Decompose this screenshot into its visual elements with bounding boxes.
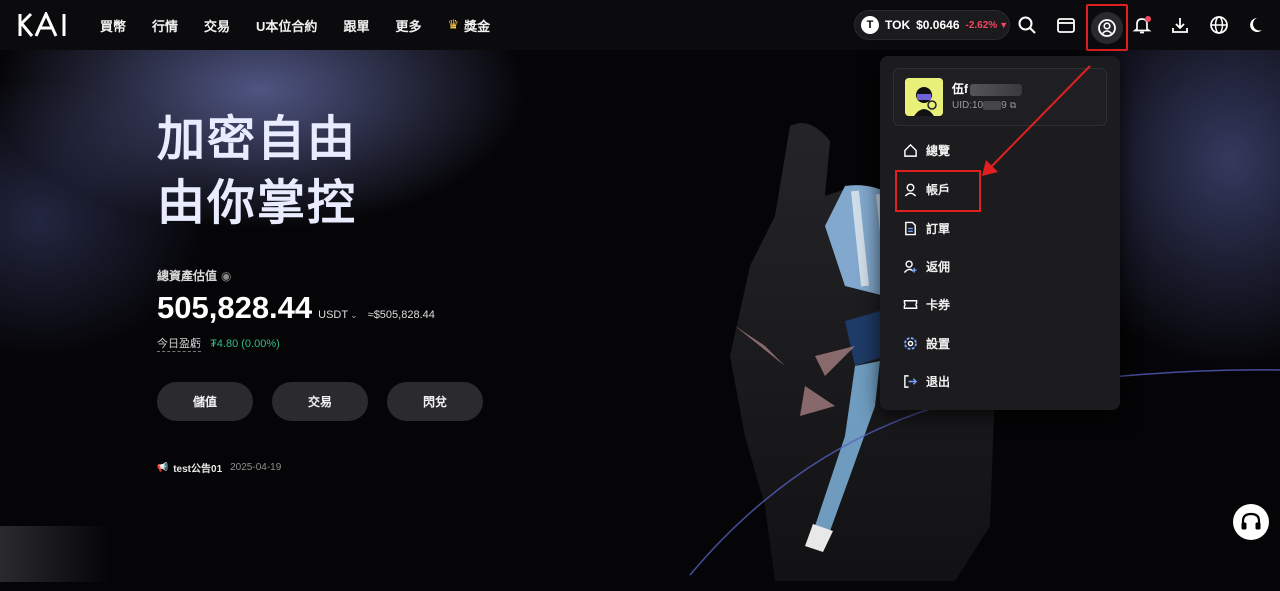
menu-item-label: 總覽	[926, 144, 951, 158]
top-navigation-bar: 買幣 行情 交易 U本位合約 跟單 更多 ♛ 獎金 T TOK $0.0646 …	[0, 0, 1280, 51]
nav-more[interactable]: 更多	[395, 16, 421, 35]
announcement-title: test公告01	[173, 464, 223, 475]
asset-unit-label: USDT	[318, 309, 349, 321]
menu-item-orders[interactable]: 訂單	[902, 220, 950, 237]
settings-icon	[902, 336, 918, 352]
menu-item-label: 設置	[926, 337, 951, 351]
copy-icon[interactable]: ⧉	[1010, 100, 1016, 111]
menu-item-overview[interactable]: 總覽	[902, 142, 950, 159]
menu-item-settings[interactable]: 設置	[902, 335, 950, 352]
menu-item-label: 返佣	[926, 260, 951, 274]
asset-usd-equivalent: ≈$505,828.44	[367, 309, 435, 321]
user-icon	[1091, 11, 1123, 44]
total-assets-label: 總資產估值 ◉	[157, 267, 232, 284]
menu-item-label: 卡券	[926, 298, 951, 312]
bell-icon[interactable]	[1131, 14, 1153, 36]
ticker-change: -2.62%	[965, 19, 998, 31]
menu-item-coupons[interactable]: 卡券	[902, 296, 950, 313]
menu-item-label: 訂單	[926, 222, 951, 236]
eye-icon[interactable]: ◉	[221, 269, 231, 283]
user-uid-suffix: 9	[1001, 100, 1007, 111]
customer-support-button[interactable]	[1233, 504, 1269, 540]
download-icon[interactable]	[1169, 14, 1191, 36]
redacted-uid	[983, 100, 1002, 110]
main-nav: 買幣 行情 交易 U本位合約 跟單 更多 ♛ 獎金	[100, 0, 516, 50]
search-icon[interactable]	[1016, 14, 1038, 36]
redacted-name	[970, 83, 1022, 96]
menu-item-account[interactable]: 帳戶	[902, 181, 950, 198]
ticker-price: $0.0646	[916, 18, 960, 32]
nav-buy-crypto[interactable]: 買幣	[100, 16, 126, 35]
convert-button[interactable]: 閃兌	[387, 382, 483, 421]
moon-icon[interactable]	[1247, 14, 1269, 36]
home-icon	[902, 143, 918, 159]
tok-logo-icon: T	[861, 16, 879, 34]
crown-icon: ♛	[447, 17, 460, 32]
nav-rewards-label: 獎金	[464, 18, 491, 34]
today-pnl-value: ₮4.80 (0.00%)	[210, 338, 280, 350]
hero-title-line1: 加密自由	[157, 113, 358, 166]
user-icon	[902, 182, 918, 198]
announcement-date: 2025-04-19	[230, 462, 282, 473]
user-name-text: 伍f	[952, 82, 968, 96]
globe-icon[interactable]	[1208, 14, 1230, 36]
kai-logo[interactable]	[18, 10, 74, 38]
left-scroll-fade	[0, 526, 110, 582]
total-assets-value: 505,828.44	[157, 290, 313, 325]
user-plus-icon	[902, 259, 918, 275]
user-dropdown-menu: 伍f UID:10 9 ⧉ 總覽 帳戶 訂單 返佣 卡券 設置 退出	[880, 56, 1120, 410]
notification-dot	[1145, 16, 1151, 22]
nav-markets[interactable]: 行情	[152, 16, 178, 35]
total-assets-label-text: 總資產估值	[157, 269, 218, 283]
menu-item-rebate[interactable]: 返佣	[902, 258, 950, 275]
headset-icon	[1241, 512, 1261, 530]
menu-item-logout[interactable]: 退出	[902, 373, 950, 390]
user-uid-prefix: UID:10	[952, 100, 984, 111]
down-triangle-icon: ▼	[999, 20, 1009, 30]
user-profile-card[interactable]: 伍f UID:10 9 ⧉	[893, 68, 1107, 126]
menu-item-label: 帳戶	[926, 183, 951, 197]
tok-ticker[interactable]: T TOK $0.0646 -2.62% ▼	[854, 10, 1010, 40]
announcement[interactable]: 📢 test公告01 2025-04-19	[157, 460, 281, 475]
ticket-icon	[902, 297, 918, 313]
user-avatar	[905, 78, 943, 116]
megaphone-icon: 📢	[157, 462, 169, 472]
trade-button[interactable]: 交易	[272, 382, 368, 421]
hero-title: 加密自由 由你掌控	[157, 108, 357, 236]
today-pnl: 今日盈虧 ₮4.80 (0.00%)	[157, 335, 280, 352]
nav-rewards[interactable]: ♛ 獎金	[447, 16, 490, 35]
asset-unit-selector[interactable]: USDT ⌄	[318, 309, 358, 321]
nav-copy-trading[interactable]: 跟單	[343, 16, 369, 35]
deposit-button[interactable]: 儲值	[157, 382, 253, 421]
ticker-symbol: TOK	[885, 18, 911, 32]
menu-item-label: 退出	[926, 375, 951, 389]
wallet-icon[interactable]	[1055, 14, 1077, 36]
today-pnl-label[interactable]: 今日盈虧	[157, 338, 201, 352]
hero-title-line2: 由你掌控	[157, 177, 358, 230]
user-name: 伍f	[952, 80, 1022, 97]
user-uid: UID:10 9 ⧉	[952, 100, 1016, 111]
nav-trade[interactable]: 交易	[204, 16, 230, 35]
chevron-down-icon: ⌄	[350, 310, 358, 320]
nav-usdt-futures[interactable]: U本位合約	[256, 16, 317, 35]
total-assets-row: 505,828.44 USDT ⌄ ≈$505,828.44	[157, 290, 435, 326]
document-icon	[902, 221, 918, 237]
user-account-button[interactable]	[1086, 4, 1128, 51]
logout-icon	[902, 374, 918, 390]
